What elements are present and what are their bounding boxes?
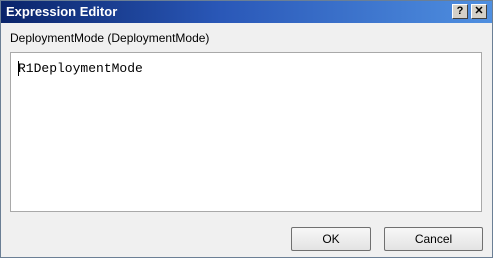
field-label: DeploymentMode (DeploymentMode) xyxy=(10,31,210,45)
cancel-button[interactable]: Cancel xyxy=(384,227,483,251)
expression-editor-dialog: Expression Editor ? ✕ DeploymentMode (De… xyxy=(0,0,493,258)
text-caret xyxy=(18,61,19,76)
window-title: Expression Editor xyxy=(6,4,118,19)
title-bar[interactable]: Expression Editor ? ✕ xyxy=(1,1,492,23)
ok-button[interactable]: OK xyxy=(291,227,371,251)
help-button[interactable]: ? xyxy=(452,4,468,19)
expression-input[interactable]: R1DeploymentMode xyxy=(10,52,482,212)
expression-text: R1DeploymentMode xyxy=(18,61,143,76)
close-button[interactable]: ✕ xyxy=(471,4,487,19)
